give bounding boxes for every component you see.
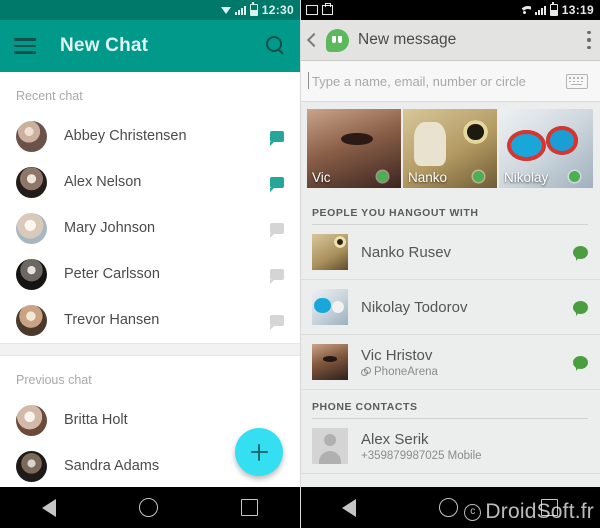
home-icon[interactable] [138, 498, 158, 517]
hangouts-logo-icon [326, 28, 349, 52]
dual-screenshot: 12:30 New Chat Recent chat Abbey Christe… [0, 0, 600, 528]
tile-label: Vic [312, 170, 331, 185]
list-item-label: Mary Johnson [64, 220, 156, 236]
left-status-time: 12:30 [261, 3, 294, 17]
tile-vic[interactable]: Vic [307, 109, 401, 188]
section-label-recent: Recent chat [16, 89, 83, 103]
list-item-label: Alex Serik [361, 430, 429, 448]
list-item[interactable]: Nikolay Todorov [300, 280, 600, 335]
avatar [16, 212, 47, 244]
list-item-subtitle: +359879987025 Mobile [361, 449, 482, 462]
chat-bubble-icon[interactable] [270, 222, 284, 238]
signal-icon [534, 5, 546, 15]
person-icon [312, 428, 348, 464]
left-app-bar: New Chat [0, 20, 300, 72]
list-item[interactable]: Alex Serik +359879987025 Mobile [300, 419, 600, 474]
chat-bubble-icon[interactable] [270, 176, 284, 192]
home-icon[interactable] [438, 498, 458, 517]
overflow-menu-icon[interactable] [587, 31, 591, 49]
signal-icon [234, 5, 246, 15]
favorite-tiles: Vic Nanko Nikolay [300, 102, 600, 196]
list-item[interactable]: Alex Nelson [0, 159, 300, 205]
screenshot-icon [306, 5, 318, 15]
tile-label: Nanko [408, 170, 448, 185]
presence-dot-icon [569, 171, 580, 182]
list-item[interactable]: Peter Carlsson [0, 251, 300, 297]
chat-bubble-icon[interactable] [270, 130, 284, 146]
list-item-label: Vic Hristov [361, 346, 433, 364]
list-item[interactable]: Abbey Christensen [0, 113, 300, 159]
avatar [16, 304, 47, 336]
chat-bubble-icon[interactable] [270, 268, 284, 284]
hamburger-menu-icon[interactable] [14, 38, 36, 54]
avatar [312, 234, 348, 270]
presence-online-icon [573, 300, 588, 316]
recents-icon[interactable] [541, 499, 559, 516]
list-item-label: Alex Nelson [64, 174, 142, 190]
recipient-input-placeholder[interactable]: Type a name, email, number or circle [308, 71, 566, 89]
data-triangle-icon [220, 6, 231, 14]
recents-icon[interactable] [241, 499, 259, 516]
section-label-previous: Previous chat [16, 373, 92, 387]
battery-icon [249, 2, 258, 16]
back-icon[interactable] [341, 498, 356, 517]
tile-nikolay[interactable]: Nikolay [499, 109, 593, 188]
search-icon[interactable] [266, 36, 286, 56]
list-item[interactable]: Trevor Hansen [0, 297, 300, 343]
section-label-phone-contacts: PHONE CONTACTS [300, 390, 600, 418]
presence-dot-icon [473, 171, 484, 182]
presence-dot-icon [377, 171, 388, 182]
right-status-time: 13:19 [561, 3, 594, 17]
list-item-label: Nikolay Todorov [361, 298, 468, 316]
avatar [312, 344, 348, 380]
list-item-subtitle: PhoneArena [374, 365, 438, 378]
list-item-label: Trevor Hansen [64, 312, 160, 328]
recipient-input-row[interactable]: Type a name, email, number or circle [300, 61, 600, 102]
list-item-subtitle-row: +359879987025 Mobile [361, 450, 588, 462]
back-chevron-icon[interactable] [306, 32, 322, 48]
avatar [16, 450, 47, 482]
screen-divider [300, 0, 301, 528]
list-item[interactable]: Vic Hristov PhoneArena [300, 335, 600, 390]
wifi-icon [519, 6, 531, 15]
avatar [312, 428, 348, 464]
presence-online-icon [573, 355, 588, 371]
list-item-label: Britta Holt [64, 412, 128, 428]
section-divider [0, 343, 300, 356]
plus-icon [250, 443, 268, 461]
avatar [312, 289, 348, 325]
left-screen-new-chat: 12:30 New Chat Recent chat Abbey Christe… [0, 0, 300, 528]
keyboard-icon[interactable] [566, 73, 588, 89]
right-status-bar: 13:19 [300, 0, 600, 20]
list-item-label: Abbey Christensen [64, 128, 187, 144]
right-app-bar: New message [300, 20, 600, 61]
list-item[interactable]: Mary Johnson [0, 205, 300, 251]
new-chat-fab-button[interactable] [235, 428, 283, 476]
list-item-label: Peter Carlsson [64, 266, 160, 282]
link-icon [361, 367, 371, 376]
app-update-icon [322, 3, 333, 15]
avatar [16, 120, 47, 152]
list-item[interactable]: Nanko Rusev [300, 225, 600, 280]
avatar [16, 404, 47, 436]
right-nav-bar [300, 487, 600, 528]
tile-label: Nikolay [504, 170, 549, 185]
right-screen-hangouts-new-message: 13:19 New message Type a name, email, nu… [300, 0, 600, 528]
presence-online-icon [573, 245, 588, 261]
list-item-subtitle-row: PhoneArena [361, 366, 573, 378]
chat-bubble-icon[interactable] [270, 314, 284, 330]
avatar [16, 166, 47, 198]
battery-icon [549, 2, 558, 16]
left-status-bar: 12:30 [0, 0, 300, 20]
section-label-people-you-hangout-with: PEOPLE YOU HANGOUT WITH [300, 196, 600, 224]
page-title: New Chat [60, 35, 149, 56]
page-title: New message [358, 31, 457, 48]
left-nav-bar [0, 487, 300, 528]
avatar [16, 258, 47, 290]
list-item-label: Nanko Rusev [361, 243, 452, 261]
tile-nanko[interactable]: Nanko [403, 109, 497, 188]
back-icon[interactable] [41, 498, 56, 517]
